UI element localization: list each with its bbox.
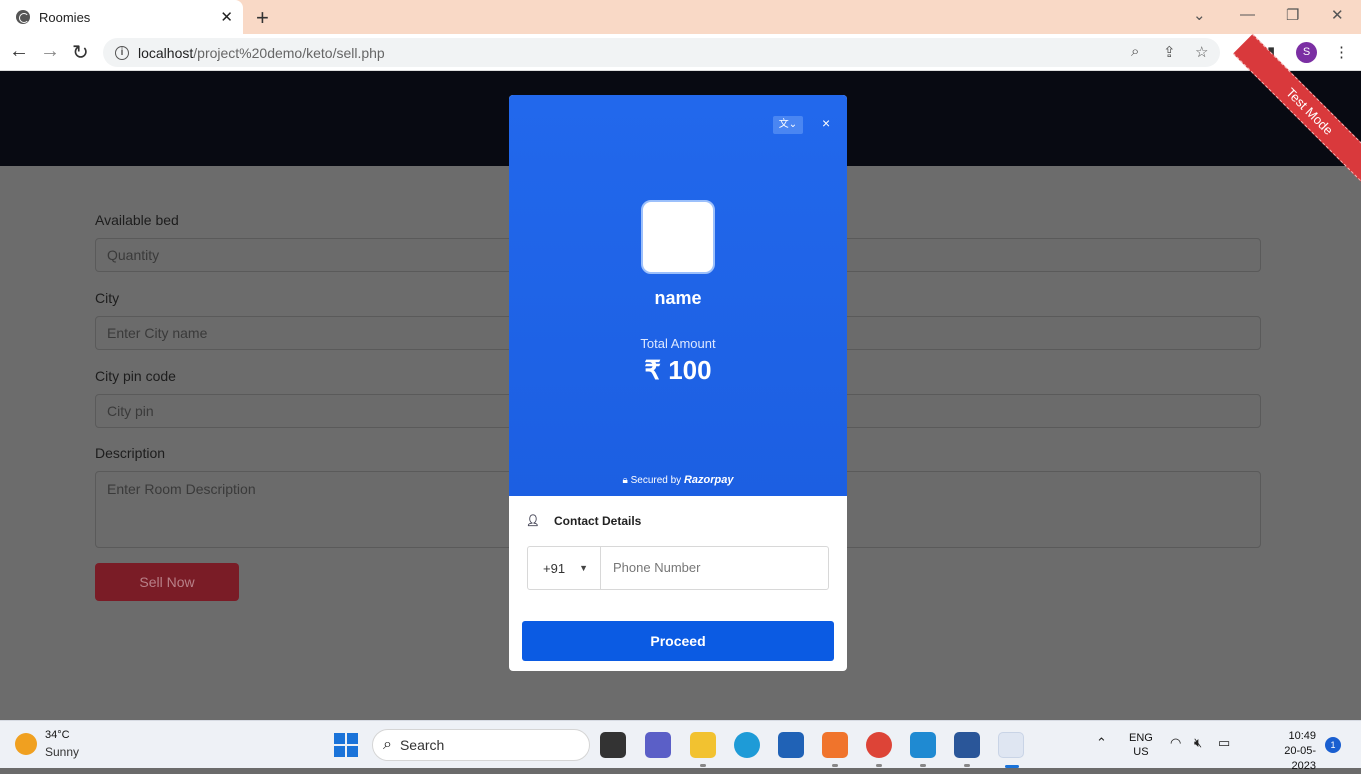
clock[interactable]: 10:49 20-05-2023 xyxy=(1276,729,1316,774)
phone-number-input[interactable]: Phone Number xyxy=(601,547,828,589)
store-icon[interactable] xyxy=(778,732,804,758)
battery-icon[interactable]: ▭ xyxy=(1218,735,1230,751)
wifi-icon[interactable]: ◠ xyxy=(1170,735,1181,751)
chevron-down-icon: ▼ xyxy=(579,563,588,573)
url-text: localhost/project%20demo/keto/sell.php xyxy=(138,44,385,61)
word-icon[interactable] xyxy=(954,732,980,767)
snipping-tool-icon[interactable] xyxy=(998,732,1024,768)
tab-title: Roomies xyxy=(39,9,91,25)
reload-icon[interactable]: ↻ xyxy=(72,40,89,65)
country-code-select[interactable]: +91 ▼ xyxy=(528,547,601,589)
merchant-logo xyxy=(641,200,715,274)
edge-icon[interactable] xyxy=(734,732,760,758)
contact-details-heading: 👤︎ Contact Details xyxy=(526,514,641,528)
bookmark-star-icon[interactable]: ☆ xyxy=(1195,43,1208,61)
input-language[interactable]: ENG US xyxy=(1129,731,1153,759)
language-selector-icon[interactable]: 文⌄ xyxy=(773,116,803,134)
browser-tab-bar: Roomies ✕ + ⌄ — ❐ ✕ xyxy=(0,0,1361,34)
menu-icon[interactable]: ⋮ xyxy=(1334,43,1349,61)
search-icon: ⌕ xyxy=(383,736,392,753)
modal-close-icon[interactable]: × xyxy=(822,115,830,131)
field-label-available-bed: Available bed xyxy=(95,212,179,228)
xampp-icon[interactable] xyxy=(822,732,848,767)
browser-tab[interactable]: Roomies ✕ xyxy=(0,0,243,34)
volume-muted-icon[interactable]: 🔇︎ xyxy=(1194,735,1202,751)
search-label: Search xyxy=(399,737,445,753)
secured-by-text: Secured by xyxy=(630,475,682,486)
checkout-header: 文⌄ × name Total Amount ₹ 100 🔒︎ Secured … xyxy=(509,95,847,496)
vscode-icon[interactable] xyxy=(910,732,936,767)
field-label-city: City xyxy=(95,290,120,306)
sell-now-button[interactable]: Sell Now xyxy=(95,563,239,601)
taskbar: 34°C Sunny ⌕ Search ⌃ ENG US ◠ 🔇︎ ▭ 10:4… xyxy=(0,720,1361,772)
lock-icon: 🔒︎ xyxy=(622,475,628,486)
notification-badge[interactable]: 1 xyxy=(1325,737,1341,753)
tab-search-icon[interactable]: ⌄ xyxy=(1193,6,1206,24)
merchant-name: name xyxy=(654,288,702,308)
minimize-icon[interactable]: — xyxy=(1240,6,1255,23)
address-bar[interactable]: i localhost/project%20demo/keto/sell.php… xyxy=(103,38,1220,67)
tab-close-icon[interactable]: ✕ xyxy=(220,8,233,26)
field-label-description: Description xyxy=(95,445,166,461)
profile-avatar[interactable]: S xyxy=(1296,42,1317,63)
field-label-pin: City pin code xyxy=(95,368,176,384)
browser-toolbar: ← → ↻ i localhost/project%20demo/keto/se… xyxy=(0,34,1361,71)
site-info-icon[interactable]: i xyxy=(115,45,129,60)
razorpay-brand: Razorpay xyxy=(683,474,734,486)
chrome-icon[interactable] xyxy=(866,732,892,767)
sun-icon[interactable] xyxy=(15,733,37,755)
file-explorer-icon[interactable] xyxy=(690,732,716,767)
checkout-modal: 文⌄ × name Total Amount ₹ 100 🔒︎ Secured … xyxy=(509,95,847,671)
secured-by-badge: 🔒︎ Secured by Razorpay xyxy=(509,474,847,486)
person-icon: 👤︎ xyxy=(526,515,540,527)
back-icon[interactable]: ← xyxy=(9,40,29,63)
chevron-up-icon[interactable]: ⌃ xyxy=(1096,735,1107,751)
start-button[interactable] xyxy=(334,733,358,757)
contact-details-title: Contact Details xyxy=(554,514,642,528)
proceed-button[interactable]: Proceed xyxy=(522,621,834,661)
taskbar-search[interactable]: ⌕ Search xyxy=(372,729,590,761)
total-amount-label: Total Amount xyxy=(640,336,716,351)
teams-chat-icon[interactable] xyxy=(645,732,671,758)
share-icon[interactable]: ⇪ xyxy=(1163,43,1176,61)
globe-icon xyxy=(16,10,30,24)
window-close-icon[interactable]: ✕ xyxy=(1331,6,1344,24)
country-code-value: +91 xyxy=(543,560,566,576)
weather-condition[interactable]: Sunny xyxy=(45,745,79,759)
weather-temperature[interactable]: 34°C xyxy=(45,729,70,741)
new-tab-button[interactable]: + xyxy=(256,5,269,31)
total-amount-value: ₹ 100 xyxy=(644,355,712,385)
phone-field: +91 ▼ Phone Number xyxy=(527,546,829,590)
zoom-icon[interactable]: ⌕ xyxy=(1131,43,1139,60)
task-view-icon[interactable] xyxy=(600,732,626,758)
forward-icon[interactable]: → xyxy=(40,40,60,63)
restore-icon[interactable]: ❐ xyxy=(1286,6,1299,24)
